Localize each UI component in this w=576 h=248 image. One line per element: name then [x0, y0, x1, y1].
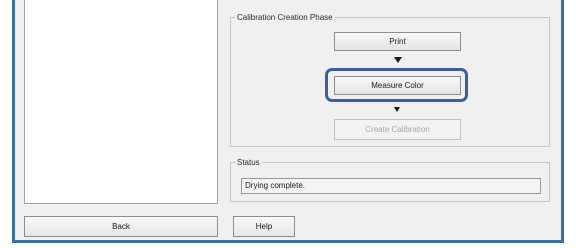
print-button[interactable]: Print	[334, 32, 461, 51]
step-arrow-down-icon	[394, 107, 400, 112]
status-title: Status	[235, 157, 262, 168]
status-message-field: Drying complete.	[241, 178, 541, 194]
help-button[interactable]: Help	[233, 216, 295, 237]
create-calibration-button[interactable]: Create Calibration	[334, 119, 461, 140]
window-frame-right	[561, 0, 564, 242]
dialog-window: Calibration Creation Phase Print Measure…	[0, 0, 576, 248]
status-group: Status Drying complete.	[230, 157, 550, 202]
window-frame-bottom	[12, 240, 564, 243]
back-button[interactable]: Back	[24, 216, 218, 237]
calibration-phase-group: Calibration Creation Phase Print Measure…	[230, 12, 550, 147]
step-arrow-down-icon	[394, 57, 402, 63]
left-content-panel	[24, 0, 218, 204]
measure-color-button[interactable]: Measure Color	[334, 76, 461, 95]
calibration-phase-title: Calibration Creation Phase	[235, 12, 335, 23]
